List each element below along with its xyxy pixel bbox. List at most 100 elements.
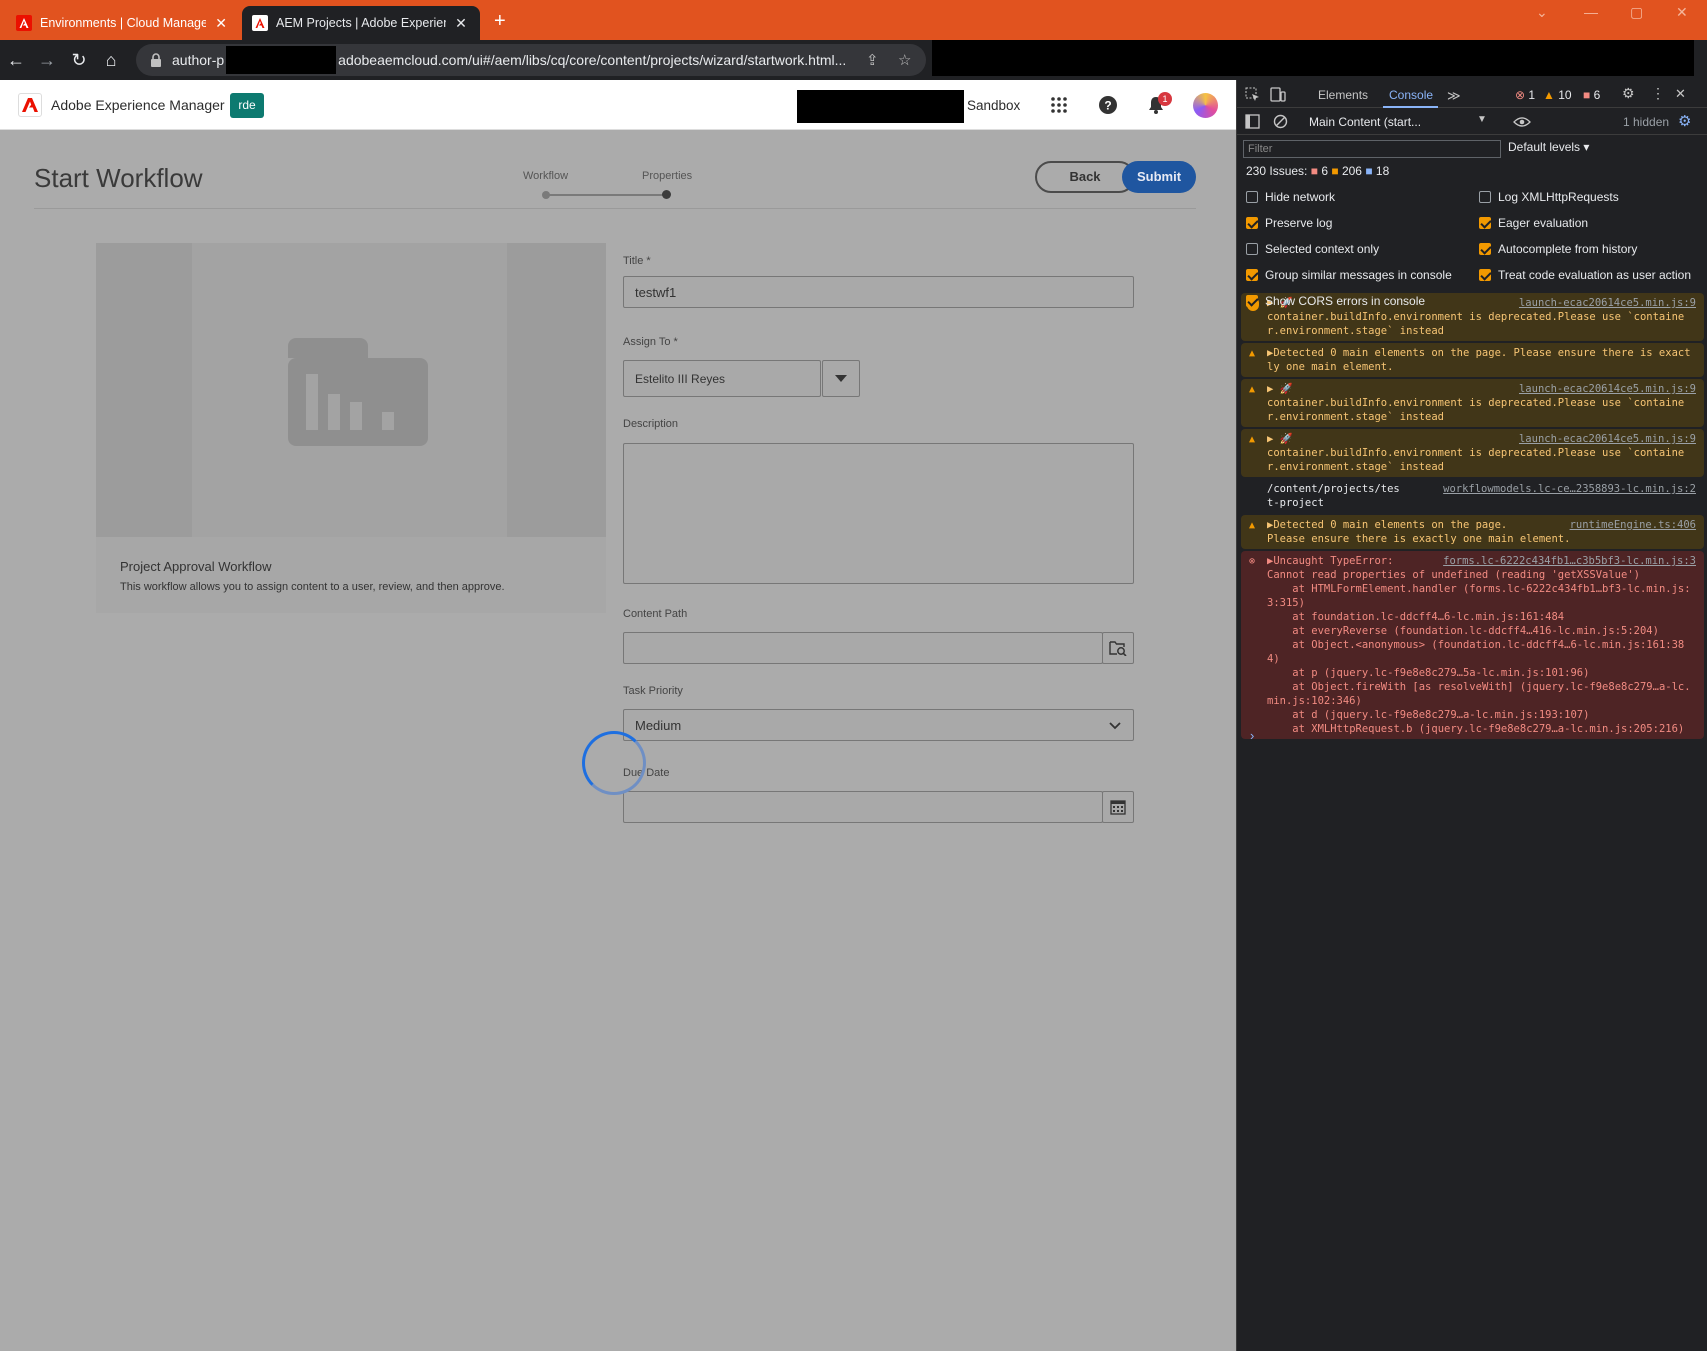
close-icon[interactable]: ✕ — [454, 15, 468, 32]
device-toolbar-icon[interactable] — [1270, 87, 1286, 102]
tab-aem-projects[interactable]: AEM Projects | Adobe Experience ✕ — [242, 6, 480, 40]
tab-console[interactable]: Console — [1389, 88, 1433, 102]
aem-header: Adobe Experience Manager rde Sandbox ? 1 — [0, 80, 1236, 130]
console-message[interactable]: ▲ runtimeEngine.ts:406 ▶Detected 0 main el… — [1241, 515, 1704, 549]
thumbnail-inner — [192, 243, 507, 537]
checkbox[interactable] — [1246, 191, 1258, 203]
console-option[interactable]: Preserve log — [1246, 216, 1332, 230]
adobe-icon — [16, 15, 32, 31]
console-prompt[interactable]: › — [1250, 728, 1254, 743]
title-label: Title * — [623, 255, 651, 267]
warning-icon: ▲ — [1249, 520, 1256, 531]
console-message[interactable]: ▲ launch-ecac20614ce5.min.js:9 ▶ 🚀 containe… — [1241, 429, 1704, 477]
console-option[interactable]: Hide network — [1246, 190, 1335, 204]
message-line: at everyReverse (foundation.lc-ddcff4…41… — [1267, 625, 1659, 637]
checkbox[interactable] — [1246, 217, 1258, 229]
message-source-link[interactable]: workflowmodels.lc-ce…2358893-lc.min.js:2 — [1443, 482, 1696, 496]
checkbox[interactable] — [1479, 217, 1491, 229]
share-icon[interactable]: ⇪ — [866, 51, 879, 69]
help-icon[interactable]: ? — [1098, 95, 1118, 115]
title-field[interactable]: testwf1 — [623, 276, 1134, 308]
checkbox[interactable] — [1479, 243, 1491, 255]
message-source-link[interactable]: launch-ecac20614ce5.min.js:9 — [1519, 382, 1696, 396]
settings-gear-icon[interactable]: ⚙ — [1622, 85, 1635, 102]
program-switcher[interactable]: Sandbox — [967, 98, 1020, 113]
console-message[interactable]: ▲ ▶Detected 0 main elements on the page. … — [1241, 343, 1704, 377]
address-bar[interactable]: author-p adobeaemcloud.com/ui#/aem/libs/… — [136, 44, 926, 76]
tab-environments[interactable]: Environments | Cloud Manager ✕ — [6, 6, 238, 40]
devtools-tabbar: Elements Console ≫ ⊗ 1 ▲ 10 ■ 6 ⚙ ⋮ ✕ — [1237, 80, 1707, 108]
message-source-link[interactable]: runtimeEngine.ts:406 — [1570, 518, 1696, 532]
console-toolbar: Main Content (start... ▼ 1 hidden ⚙ — [1237, 109, 1707, 135]
issues-summary[interactable]: 230 Issues: ■ 6 ■ 206 ■ 18 — [1246, 164, 1389, 178]
clear-console-icon[interactable] — [1273, 114, 1288, 129]
console-option[interactable]: Show CORS errors in console — [1246, 294, 1425, 308]
description-field[interactable] — [623, 443, 1134, 584]
assign-dropdown-button[interactable] — [822, 360, 860, 397]
window-close-icon[interactable]: ✕ — [1676, 4, 1688, 21]
content-path-field[interactable] — [623, 632, 1103, 664]
message-line: Please ensure there is exactly one main … — [1267, 533, 1571, 545]
assign-to-field[interactable]: Estelito III Reyes — [623, 360, 821, 397]
back-button[interactable]: Back — [1035, 161, 1135, 193]
close-devtools-icon[interactable]: ✕ — [1675, 86, 1686, 102]
tab-search-icon[interactable]: ⌄ — [1536, 4, 1548, 21]
apps-grid-icon[interactable] — [1049, 95, 1069, 115]
error-count-icon[interactable]: ⊗ 1 — [1515, 88, 1535, 102]
tab-title: Environments | Cloud Manager — [40, 16, 207, 30]
submit-button[interactable]: Submit — [1122, 161, 1196, 193]
checkbox[interactable] — [1246, 295, 1258, 307]
avatar[interactable] — [1193, 93, 1218, 118]
new-tab-button[interactable]: + — [494, 10, 506, 33]
close-icon[interactable]: ✕ — [214, 15, 228, 32]
inspect-icon[interactable] — [1245, 87, 1260, 102]
message-source-link[interactable]: forms.lc-6222c434fb1…c3b5bf3-lc.min.js:3 — [1443, 554, 1696, 568]
minimize-icon[interactable]: — — [1584, 4, 1598, 20]
task-priority-select[interactable]: Medium — [623, 709, 1134, 741]
eye-icon[interactable] — [1513, 116, 1531, 128]
checkbox[interactable] — [1479, 269, 1491, 281]
message-source-link[interactable]: launch-ecac20614ce5.min.js:9 — [1519, 432, 1696, 446]
due-date-field[interactable] — [623, 791, 1103, 823]
product-name[interactable]: Adobe Experience Manager — [51, 97, 225, 113]
checkbox[interactable] — [1479, 191, 1491, 203]
workflow-card[interactable]: Project Approval Workflow This workflow … — [96, 243, 606, 613]
more-tabs-icon[interactable]: ≫ — [1447, 88, 1461, 104]
forward-arrow-icon[interactable]: → — [35, 48, 59, 72]
kebab-menu-icon[interactable]: ⋮ — [1651, 85, 1665, 102]
console-option[interactable]: Log XMLHttpRequests — [1479, 190, 1619, 204]
checkbox[interactable] — [1246, 243, 1258, 255]
reload-icon[interactable]: ↻ — [67, 48, 91, 72]
console-option[interactable]: Autocomplete from history — [1479, 242, 1637, 256]
console-filter-input[interactable]: Filter — [1243, 140, 1501, 158]
home-icon[interactable]: ⌂ — [99, 48, 123, 72]
console-message[interactable]: ⊗ forms.lc-6222c434fb1…c3b5bf3-lc.min.js:… — [1241, 551, 1704, 739]
console-option[interactable]: Group similar messages in console — [1246, 268, 1452, 282]
back-arrow-icon[interactable]: ← — [4, 48, 28, 72]
console-settings-icon[interactable]: ⚙ — [1678, 112, 1691, 130]
console-message[interactable]: ▲ launch-ecac20614ce5.min.js:9 ▶ 🚀 containe… — [1241, 379, 1704, 427]
star-icon[interactable]: ☆ — [898, 51, 911, 69]
console-option[interactable]: Eager evaluation — [1479, 216, 1588, 230]
console-option[interactable]: Treat code evaluation as user action — [1479, 268, 1691, 282]
step-workflow[interactable]: Workflow — [523, 170, 568, 182]
calendar-button[interactable] — [1102, 791, 1134, 823]
adobe-logo-icon[interactable] — [18, 93, 42, 117]
sidebar-toggle-icon[interactable] — [1245, 114, 1260, 129]
chevron-down-icon — [1109, 722, 1121, 730]
warning-count-icon[interactable]: ▲ 10 — [1543, 88, 1572, 102]
message-source-link[interactable]: launch-ecac20614ce5.min.js:9 — [1519, 296, 1696, 310]
issues-count-icon[interactable]: ■ 6 — [1583, 88, 1600, 102]
browse-button[interactable] — [1102, 632, 1134, 664]
checkbox[interactable] — [1246, 269, 1258, 281]
tab-elements[interactable]: Elements — [1318, 88, 1368, 102]
maximize-icon[interactable]: ▢ — [1630, 4, 1643, 21]
message-line: container.buildInfo.environment is depre… — [1267, 397, 1685, 423]
context-selector[interactable]: Main Content (start... — [1309, 115, 1421, 129]
console-option[interactable]: Selected context only — [1246, 242, 1379, 256]
log-levels-dropdown[interactable]: Default levels ▾ — [1508, 140, 1589, 154]
step-properties[interactable]: Properties — [642, 170, 692, 182]
option-label: Hide network — [1265, 190, 1336, 204]
console-message[interactable]: workflowmodels.lc-ce…2358893-lc.min.js:2… — [1241, 479, 1704, 513]
step-dot-current — [662, 190, 671, 199]
